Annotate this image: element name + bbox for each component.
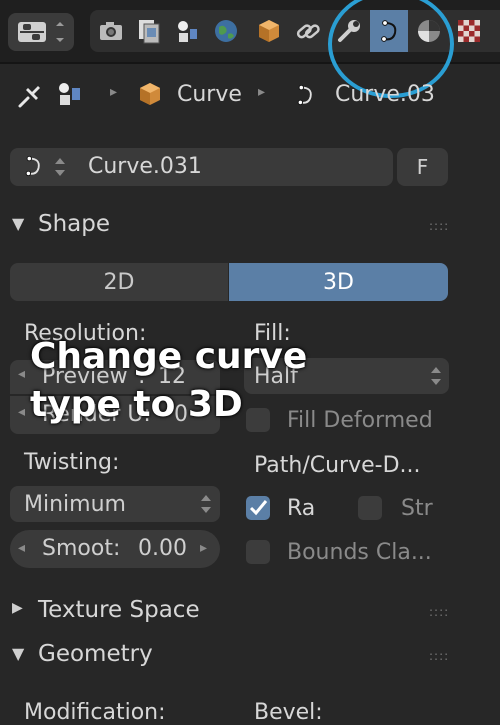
- editor-type-menu[interactable]: [8, 13, 74, 51]
- object-icon: [140, 83, 160, 105]
- texture-icon: [458, 20, 480, 42]
- panel-expand-icon[interactable]: ▶: [12, 600, 23, 616]
- bounds-clamp-label[interactable]: Bounds Cla...: [287, 540, 432, 565]
- tab-world[interactable]: [207, 10, 245, 52]
- tab-render[interactable]: [92, 10, 130, 52]
- curve-data-icon: [297, 84, 312, 106]
- smooth-value: 0.00: [138, 536, 187, 561]
- annotation-text-line2: type to 3D: [30, 384, 243, 425]
- drag-grip-icon[interactable]: ::::: [429, 219, 449, 233]
- increment-arrow-icon[interactable]: ▸: [200, 540, 207, 556]
- dimension-2d-button[interactable]: 2D: [10, 263, 228, 301]
- decrement-arrow-icon[interactable]: ◂: [18, 404, 25, 420]
- breadcrumb-object: Curve: [177, 82, 242, 107]
- annotation-text-line1: Change curve: [30, 336, 308, 377]
- path-curve-deform-label: Path/Curve-D...: [254, 453, 421, 478]
- tab-object[interactable]: [250, 10, 288, 52]
- panel-title-geometry[interactable]: Geometry: [38, 641, 153, 667]
- decrement-arrow-icon[interactable]: ◂: [18, 540, 25, 556]
- drag-grip-icon[interactable]: ::::: [429, 649, 449, 663]
- constraints-icon: [296, 24, 320, 39]
- tab-constraints[interactable]: [289, 10, 327, 52]
- editor-type-icon: [18, 22, 64, 42]
- world-icon: [215, 20, 237, 42]
- panel-collapse-icon[interactable]: ▼: [12, 214, 24, 233]
- tab-texture[interactable]: [450, 10, 488, 52]
- radius-checkbox[interactable]: [246, 496, 270, 520]
- scene-icon: [59, 83, 80, 105]
- pin-icon[interactable]: [14, 80, 46, 112]
- checkmark-icon: [249, 500, 268, 516]
- datablock-name[interactable]: Curve.031: [88, 154, 202, 179]
- bevel-label: Bevel:: [254, 700, 323, 725]
- twisting-value: Minimum: [24, 492, 126, 517]
- stretch-checkbox[interactable]: [358, 496, 382, 520]
- tab-render-layers[interactable]: [130, 10, 168, 52]
- dimension-3d-button[interactable]: 3D: [229, 263, 448, 301]
- dropdown-arrows-icon: [201, 495, 211, 513]
- fill-deformed-label[interactable]: Fill Deformed: [287, 408, 433, 433]
- drag-grip-icon[interactable]: ::::: [429, 605, 449, 619]
- browse-arrows-icon[interactable]: [53, 153, 67, 181]
- breadcrumb-chevron-icon: ▸: [110, 84, 118, 100]
- fake-user-button[interactable]: F: [397, 148, 448, 186]
- panel-title-shape[interactable]: Shape: [38, 211, 110, 237]
- radius-label[interactable]: Ra: [287, 496, 315, 521]
- tab-scene[interactable]: [168, 10, 206, 52]
- smooth-label: Smoot:: [42, 536, 121, 561]
- dropdown-arrows-icon: [431, 367, 441, 385]
- decrement-arrow-icon[interactable]: ◂: [18, 366, 25, 382]
- bounds-clamp-checkbox[interactable]: [246, 540, 270, 564]
- stretch-label[interactable]: Str: [401, 496, 433, 521]
- object-icon: [259, 20, 279, 42]
- render-icon: [100, 22, 122, 40]
- panel-title-texture-space[interactable]: Texture Space: [38, 597, 200, 623]
- twisting-label: Twisting:: [24, 450, 120, 475]
- curve-data-icon: [25, 155, 40, 177]
- panel-collapse-icon[interactable]: ▼: [12, 644, 24, 663]
- breadcrumb-data: Curve.03: [335, 82, 435, 107]
- modification-label: Modification:: [24, 700, 166, 725]
- breadcrumb-chevron-icon: ▸: [258, 84, 266, 100]
- fill-deformed-checkbox[interactable]: [246, 408, 270, 432]
- scene-icon: [178, 21, 197, 42]
- render-layers-icon: [139, 20, 160, 44]
